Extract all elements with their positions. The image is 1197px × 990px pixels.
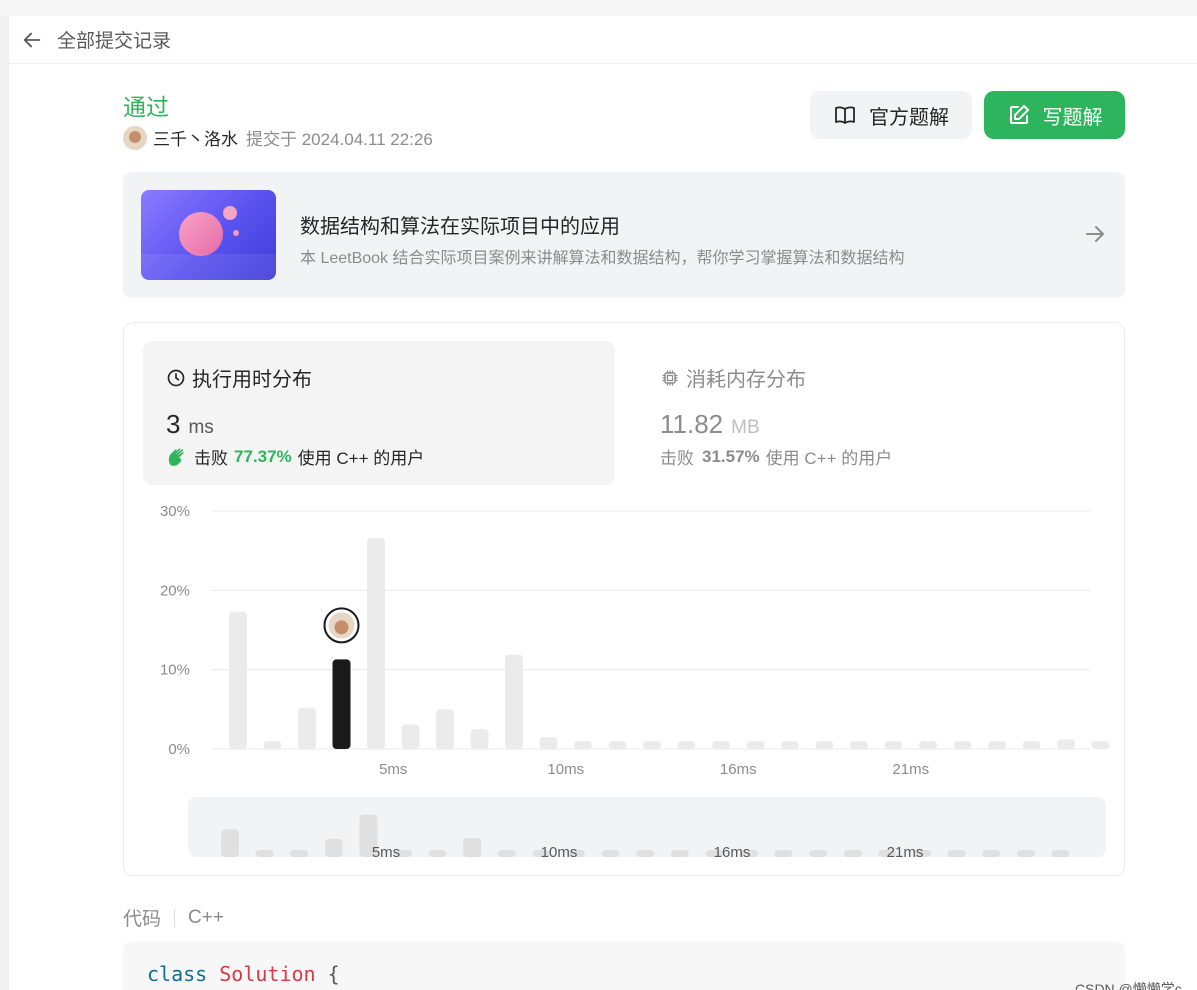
csdn-watermark: CSDN @懒懒学c [1075,981,1182,990]
leetbook-cover-image [141,190,276,280]
mini-bar [1016,850,1035,857]
y-tick-label: 20% [160,582,190,599]
code-keyword: class [147,962,208,986]
back-label: 全部提交记录 [57,31,172,52]
mini-bar [1051,850,1070,857]
bar [298,707,316,749]
bar [850,741,868,749]
y-tick-label: 0% [168,741,190,758]
mini-x-tick-label: 21ms [887,844,924,861]
performance-panel: 执行用时分布 3 ms 击败 77.37% 使用 C++ 的用户 消耗内存分布 … [123,322,1125,876]
code-header-divider [174,908,176,927]
mini-bar [601,850,620,857]
runtime-distribution-chart[interactable]: 0% 10% 20% 30% 5ms 10ms 16ms 21ms 5ms 10ms 16ms 21m… [124,323,1124,875]
bar [919,741,937,749]
arrow-right-icon [1086,226,1104,242]
bar [1022,741,1041,749]
mini-bar [982,850,1001,857]
bar [539,737,558,749]
mini-bar [324,838,343,857]
username[interactable]: 三千丶洛水 [153,125,238,150]
back-to-submissions[interactable]: 全部提交记录 [9,16,1197,64]
y-tick-label: 30% [160,503,190,520]
bar [470,729,489,749]
top-strip [0,0,1197,16]
official-solution-label: 官方题解 [869,106,949,129]
mini-bar [290,850,309,857]
bar [263,741,282,749]
bar [643,741,661,749]
mini-bar [636,850,655,857]
code-class-name: Solution [219,962,316,986]
bar [884,741,903,749]
bar [608,741,627,749]
bar [1057,739,1075,749]
mini-x-tick-label: 16ms [714,844,751,861]
arrow-left-icon [23,32,41,47]
submission-meta: 三千丶洛水 提交于 2024.04.11 22:26 [123,125,433,150]
x-tick-label: 5ms [379,761,407,778]
submitted-time: 提交于 2024.04.11 22:26 [246,130,433,149]
mini-bar [255,850,274,857]
mini-x-tick-label: 5ms [372,844,400,861]
user-avatar-detail [334,620,349,635]
mini-bar [221,829,239,857]
bar-highlight [332,659,351,749]
mini-bar [947,850,966,857]
bar [1091,741,1110,749]
bar [815,741,834,749]
bar [367,537,385,749]
code-brace: { [327,962,340,986]
write-solution-button[interactable]: 写题解 [984,91,1125,139]
code-language[interactable]: C++ [188,907,224,929]
edit-icon [1009,105,1029,124]
bar [953,741,972,749]
bar [505,654,523,749]
mini-bar [428,850,447,857]
official-solution-button[interactable]: 官方题解 [810,91,972,139]
x-tick-label: 16ms [720,761,757,778]
bar [436,709,454,749]
bar [677,741,696,749]
bar [401,724,420,749]
bar [712,741,730,749]
code-label: 代码 [123,909,162,930]
mini-bar [497,850,516,857]
code-block[interactable]: class Solution { [123,942,1125,990]
bar [781,741,799,749]
mini-bar [774,850,793,857]
mini-bar [809,850,828,857]
bar [229,611,247,749]
code-header: 代码 C++ [123,904,224,931]
leetbook-banner[interactable]: 数据结构和算法在实际项目中的应用 本 LeetBook 结合实际项目案例来讲解算… [123,172,1125,298]
avatar[interactable] [123,125,147,150]
mini-x-tick-label: 10ms [541,844,578,861]
submission-page: 全部提交记录 通过 三千丶洛水 提交于 2024.04.11 22:26 官方题… [9,16,1197,990]
mini-bar [463,837,482,857]
mini-bar [843,850,862,857]
x-tick-label: 21ms [892,761,929,778]
book-icon [835,106,855,124]
y-tick-label: 10% [160,662,190,679]
bar [988,741,1006,749]
submission-status: 通过 [123,94,169,120]
leetbook-description: 本 LeetBook 结合实际项目案例来讲解算法和数据结构，帮你学习掌握算法和数… [300,250,905,267]
bar [574,741,592,749]
x-tick-label: 10ms [547,761,584,778]
mini-bar [670,850,689,857]
bar [746,741,765,749]
code-line-1: class Solution { [147,962,340,986]
write-solution-label: 写题解 [1042,106,1103,129]
leetbook-title: 数据结构和算法在实际项目中的应用 [300,216,620,238]
